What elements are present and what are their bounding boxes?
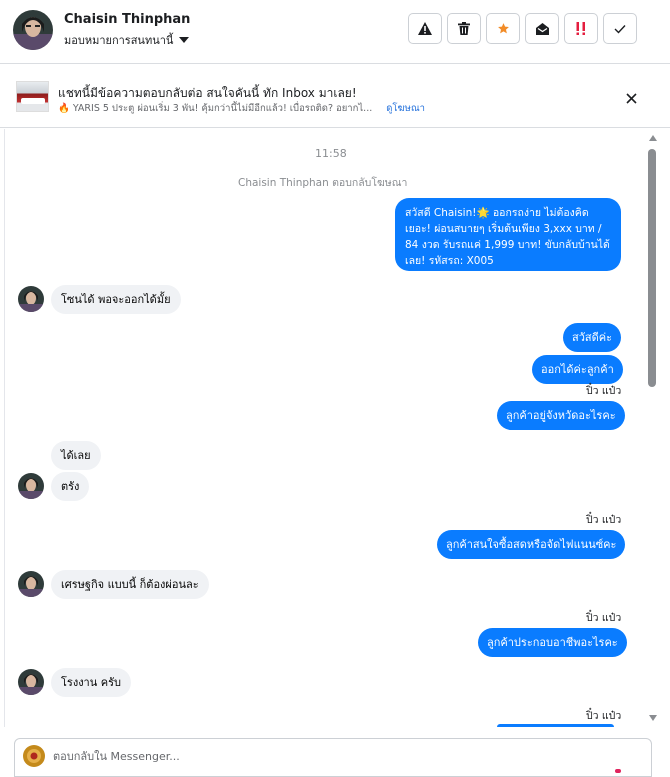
trash-icon [458,22,470,35]
outgoing-message[interactable]: สวัสดี Chaisin!🌟 ออกรถง่าย ไม่ต้องคิดเยอ… [395,198,621,271]
close-icon [625,92,637,104]
delete-button[interactable] [447,13,481,44]
seen-by-label: ปิ๋ว แป๋ว [586,514,622,526]
notification-dot-icon [615,769,621,773]
star-button[interactable] [486,13,520,44]
seen-by-label: ปิ๋ว แป๋ว [586,612,622,624]
warning-icon [418,22,432,35]
incoming-message[interactable]: ตรัง [51,472,90,501]
incoming-message[interactable]: โรงงาน ครับ [51,668,132,697]
outgoing-message-partial [497,724,614,727]
scroll-thumb[interactable] [648,149,656,387]
outgoing-message[interactable]: ออกได้ค่ะลูกค้า [532,355,623,384]
close-banner-button[interactable] [621,88,641,108]
contact-avatar[interactable] [13,10,53,50]
seen-by-label: ปิ๋ว แป๋ว [586,710,622,722]
reply-composer[interactable]: ตอบกลับใน Messenger... [14,738,652,777]
caret-down-icon [179,37,190,43]
scroll-down-arrow-icon[interactable] [649,715,657,721]
report-button[interactable] [408,13,442,44]
mark-unread-button[interactable] [525,13,559,44]
page-avatar [23,745,45,767]
outgoing-message[interactable]: สวัสดีค่ะ [563,323,622,352]
outgoing-message[interactable]: ลูกค้าประกอบอาชีพอะไรคะ [478,628,627,657]
conversation-actions [408,13,637,44]
scroll-up-arrow-icon[interactable] [649,135,657,141]
reply-input[interactable]: ตอบกลับใน Messenger... [53,747,180,765]
view-ad-link[interactable]: ดูโฆษณา [386,101,425,116]
thread-scrollbar[interactable] [645,131,659,725]
sender-avatar [18,286,44,312]
outgoing-message[interactable]: ลูกค้าสนใจซื้อสดหรือจัดไฟแนนซ์คะ [437,530,626,559]
spam-button[interactable] [564,13,598,44]
replied-to-ad-note: Chaisin Thinphan ตอบกลับโฆษณา [238,177,408,189]
conversation-header: Chaisin Thinphan มอบหมายการสนทนานี้ [0,0,670,64]
star-icon [497,23,509,34]
seen-by-label: ปิ๋ว แป๋ว [586,385,622,397]
incoming-message[interactable]: เศรษฐกิจ แบบนี้ ก็ต้องผ่อนละ [51,570,209,599]
check-icon [614,24,626,34]
spam-icon [576,21,585,35]
mark-done-button[interactable] [603,13,637,44]
ad-subtitle-text: 🔥 YARIS 5 ประตู ผ่อนเริ่ม 3 พัน! คุ้มกว่… [58,103,373,114]
sender-avatar [18,473,44,499]
ad-thumbnail[interactable] [16,81,49,112]
contact-name[interactable]: Chaisin Thinphan [64,12,190,27]
outgoing-message[interactable]: ลูกค้าอยู่จังหวัดอะไรคะ [497,401,625,430]
sender-avatar [18,571,44,597]
ad-banner-subtitle: 🔥 YARIS 5 ประตู ผ่อนเริ่ม 3 พัน! คุ้มกว่… [58,101,425,116]
assign-conversation-dropdown[interactable]: มอบหมายการสนทนานี้ [64,31,190,49]
sender-avatar [18,669,44,695]
incoming-message[interactable]: ได้เลย [51,441,101,470]
assign-label: มอบหมายการสนทนานี้ [64,34,174,47]
mark-unread-icon [535,22,549,35]
incoming-message[interactable]: โซนได้ พอจะออกได้มั้ย [51,285,181,314]
thread-timestamp: 11:58 [315,147,347,160]
